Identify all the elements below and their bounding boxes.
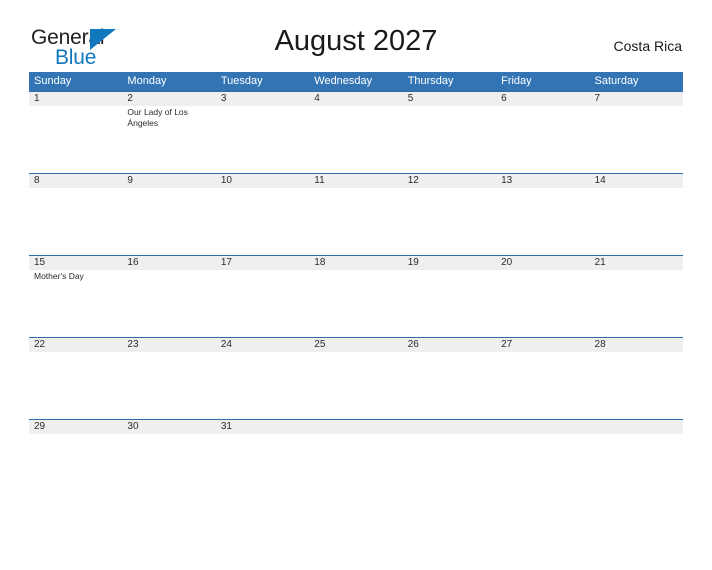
day-number: 10: [220, 175, 232, 186]
calendar-grid: Sunday Monday Tuesday Wednesday Thursday…: [29, 72, 683, 501]
calendar-day-cell[interactable]: 4: [309, 92, 402, 173]
day-number: 16: [127, 257, 139, 268]
day-number: 29: [34, 421, 46, 432]
day-number: 28: [594, 339, 606, 350]
day-number: 13: [501, 175, 513, 186]
calendar-day-cell[interactable]: 26: [403, 338, 496, 419]
calendar-day-cell[interactable]: 14: [590, 174, 683, 255]
page-header: General Blue August 2027 Costa Rica: [29, 20, 683, 72]
calendar-day-cell[interactable]: 6: [496, 92, 589, 173]
day-number: 3: [220, 93, 227, 104]
day-number: 19: [407, 257, 419, 268]
day-number: 4: [314, 93, 320, 104]
day-number: 25: [314, 339, 326, 350]
calendar-day-cell[interactable]: 25: [309, 338, 402, 419]
day-number: 9: [127, 175, 133, 186]
region-label: Costa Rica: [613, 38, 682, 54]
calendar-day-cell[interactable]: 19: [403, 256, 496, 337]
weekday-header-wednesday: Wednesday: [314, 75, 373, 87]
calendar-day-cell[interactable]: 28: [590, 338, 683, 419]
calendar-day-cell[interactable]: 22: [29, 338, 122, 419]
calendar-day-cell[interactable]: 31: [216, 420, 309, 501]
calendar-day-cell[interactable]: 20: [496, 256, 589, 337]
calendar-day-cell-empty: [403, 420, 496, 501]
calendar-day-cell[interactable]: 7: [590, 92, 683, 173]
calendar-day-cell[interactable]: 12: [403, 174, 496, 255]
day-number: 18: [314, 257, 326, 268]
calendar-day-cell[interactable]: 21: [590, 256, 683, 337]
calendar-day-cell[interactable]: 15 Mother's Day: [29, 256, 122, 337]
calendar-day-cell[interactable]: 13: [496, 174, 589, 255]
weekday-header-friday: Friday: [501, 75, 532, 87]
weekday-header-tuesday: Tuesday: [220, 75, 263, 87]
day-number: 8: [34, 175, 40, 186]
day-number: 31: [220, 421, 232, 432]
calendar-day-cell[interactable]: 9: [122, 174, 215, 255]
calendar-day-cell[interactable]: 3: [216, 92, 309, 173]
weekday-header-row: Sunday Monday Tuesday Wednesday Thursday…: [29, 72, 683, 91]
day-number: 15: [34, 257, 46, 268]
calendar-day-cell-empty: [496, 420, 589, 501]
calendar-day-cell[interactable]: 16: [122, 256, 215, 337]
calendar-day-cell[interactable]: 23: [122, 338, 215, 419]
calendar-week-row: 22 23 24 25 26 27 28: [29, 337, 683, 419]
day-number: 20: [501, 257, 513, 268]
calendar-week-row: 8 9 10 11 12 13 14: [29, 173, 683, 255]
weekday-header-thursday: Thursday: [407, 75, 454, 87]
day-number: 11: [314, 175, 325, 186]
calendar-week-row: 29 30 31: [29, 419, 683, 501]
day-number: 27: [501, 339, 513, 350]
calendar-week-row: 1 2 Our Lady of Los Ángeles 3 4 5 6 7: [29, 91, 683, 173]
weekday-header-sunday: Sunday: [34, 75, 72, 87]
day-number: 21: [594, 257, 606, 268]
day-event: Our Lady of Los Ángeles: [127, 107, 188, 128]
day-number: 6: [501, 93, 507, 104]
day-number: 30: [127, 421, 139, 432]
calendar-day-cell[interactable]: 24: [216, 338, 309, 419]
calendar-day-cell[interactable]: 2 Our Lady of Los Ángeles: [122, 92, 215, 173]
calendar-day-cell[interactable]: 5: [403, 92, 496, 173]
day-number: 17: [220, 257, 232, 268]
calendar-day-cell-empty: [590, 420, 683, 501]
day-event: Mother's Day: [34, 271, 84, 281]
calendar-day-cell[interactable]: 11: [309, 174, 402, 255]
day-number: 12: [407, 175, 419, 186]
calendar-day-cell[interactable]: 1: [29, 92, 122, 173]
day-number: 14: [594, 175, 606, 186]
calendar-day-cell[interactable]: 17: [216, 256, 309, 337]
calendar-page: General Blue August 2027 Costa Rica Sund…: [0, 20, 712, 570]
page-title: August 2027: [274, 25, 438, 57]
day-number: 2: [127, 93, 133, 104]
weekday-header-saturday: Saturday: [594, 75, 639, 87]
day-number: 5: [407, 93, 414, 104]
day-number: 1: [34, 93, 40, 104]
calendar-day-cell[interactable]: 30: [122, 420, 215, 501]
calendar-day-cell[interactable]: 18: [309, 256, 402, 337]
calendar-week-row: 15 Mother's Day 16 17 18 19 20 21: [29, 255, 683, 337]
day-number: 7: [594, 93, 601, 104]
day-number: 22: [34, 339, 46, 350]
calendar-day-cell[interactable]: 27: [496, 338, 589, 419]
day-number: 24: [220, 339, 232, 350]
calendar-day-cell[interactable]: 8: [29, 174, 122, 255]
day-number: 23: [127, 339, 139, 350]
weekday-header-monday: Monday: [127, 75, 167, 87]
day-number: 26: [407, 339, 419, 350]
calendar-day-cell-empty: [309, 420, 402, 501]
calendar-day-cell[interactable]: 10: [216, 174, 309, 255]
calendar-day-cell[interactable]: 29: [29, 420, 122, 501]
